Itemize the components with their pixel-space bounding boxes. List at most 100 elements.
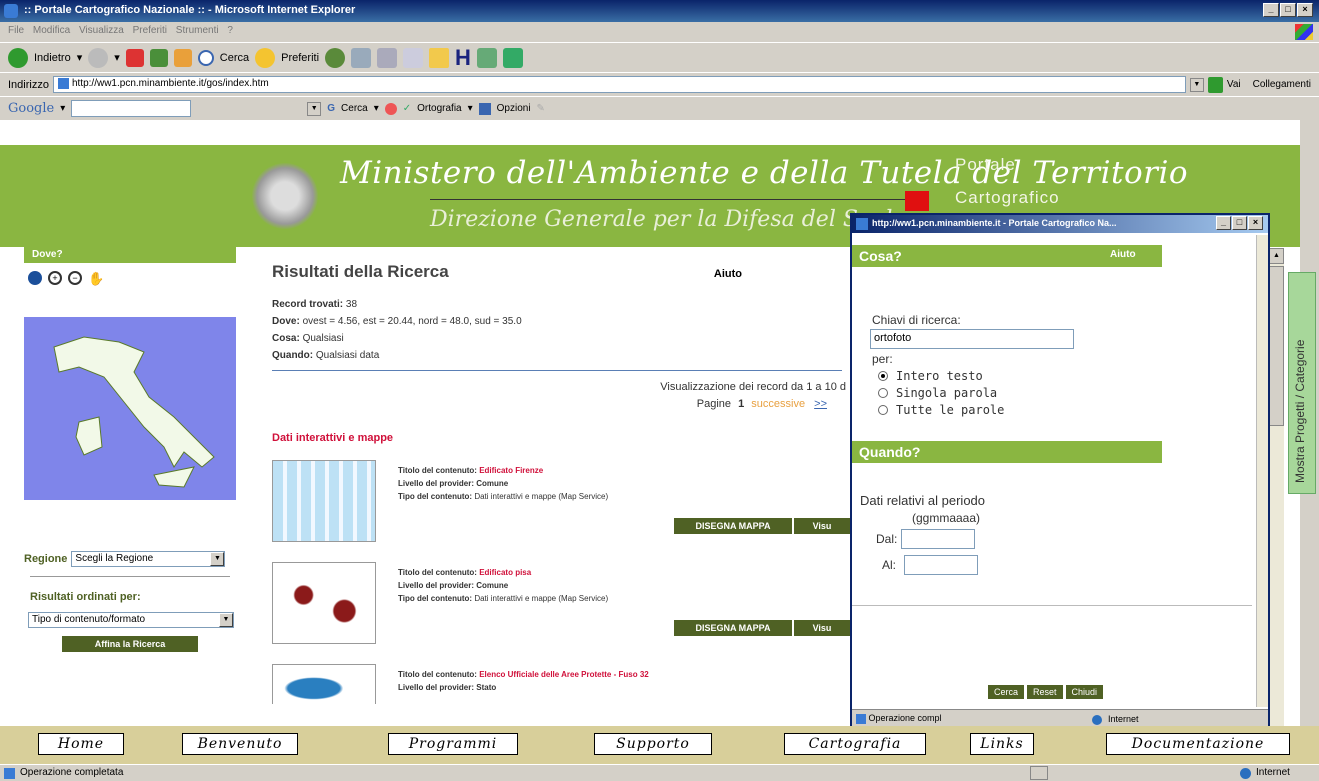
close-button[interactable]: ×	[1297, 3, 1313, 17]
option-all-words[interactable]: Tutte le parole	[878, 402, 1268, 419]
google-dropdown-icon[interactable]: ▼	[307, 101, 322, 116]
ie-logo-icon	[4, 4, 18, 18]
users-icon[interactable]	[502, 47, 523, 68]
back-arrow-icon[interactable]	[8, 47, 28, 68]
menu-view[interactable]: Visualizza	[79, 25, 124, 36]
popup-status-text: Operazione compl	[868, 713, 942, 723]
google-spelling-button[interactable]: Ortografia	[417, 103, 461, 114]
italy-map[interactable]	[24, 317, 236, 500]
result-item: Titolo del contenuto: Edificato pisa Liv…	[272, 562, 852, 664]
region-select-value: Scegli la Regione	[75, 553, 154, 564]
page-next-link[interactable]: successive	[751, 398, 805, 410]
result-thumbnail[interactable]	[272, 460, 376, 542]
search-button-label[interactable]: Cerca	[220, 52, 249, 64]
pan-hand-icon[interactable]: ✋	[88, 271, 104, 287]
reset-button[interactable]: Reset	[1027, 685, 1063, 699]
view-button[interactable]: Visu	[794, 518, 850, 534]
maximize-button[interactable]: □	[1280, 3, 1296, 17]
search-icon[interactable]	[197, 49, 214, 66]
stop-icon[interactable]	[125, 48, 144, 67]
draw-map-button[interactable]: DISEGNA MAPPA	[674, 620, 792, 636]
edit-icon[interactable]	[403, 47, 424, 68]
favorites-star-icon[interactable]	[255, 47, 276, 68]
popup-scrollbar[interactable]	[1256, 235, 1268, 707]
popup-minimize-button[interactable]: _	[1216, 216, 1231, 230]
address-input[interactable]: http://ww1.pcn.minambiente.it/gos/index.…	[52, 76, 1187, 93]
result-thumbnail[interactable]	[272, 562, 376, 644]
nav-welcome[interactable]: Benvenuto	[182, 733, 298, 755]
sort-select[interactable]: Tipo di contenuto/formato ▼	[28, 612, 234, 628]
result-title[interactable]: Elenco Ufficiale delle Aree Protette - F…	[479, 670, 649, 679]
option-single-word[interactable]: Singola parola	[878, 385, 1268, 402]
messenger-icon[interactable]	[476, 47, 497, 68]
keys-input[interactable]: ortofoto	[870, 329, 1074, 349]
google-options-button[interactable]: Opzioni	[497, 103, 531, 114]
forward-arrow-icon[interactable]	[88, 47, 109, 68]
menu-edit[interactable]: Modifica	[33, 25, 70, 36]
go-arrow-icon[interactable]	[1207, 76, 1223, 93]
google-search-button[interactable]: Cerca	[341, 103, 368, 114]
address-dropdown-arrow-icon[interactable]: ▼	[1190, 77, 1204, 92]
when-label: Quando:	[272, 350, 314, 361]
nav-support[interactable]: Supporto	[594, 733, 712, 755]
region-label: Regione	[24, 553, 68, 565]
popup-help-link[interactable]: Aiuto	[1110, 249, 1136, 260]
nav-home[interactable]: Home	[38, 733, 124, 755]
menu-favorites[interactable]: Preferiti	[133, 25, 167, 36]
provider-label: Livello del provider:	[398, 479, 475, 488]
menu-file[interactable]: File	[8, 25, 24, 36]
scroll-thumb[interactable]	[1269, 266, 1284, 426]
nav-cartography[interactable]: Cartografia	[784, 733, 926, 755]
popup-close-button[interactable]: ×	[1248, 216, 1263, 230]
favorites-button-label[interactable]: Preferiti	[281, 52, 319, 64]
nav-programs[interactable]: Programmi	[388, 733, 518, 755]
period-label: Dati relativi al periodo	[860, 493, 986, 508]
radio-selected-icon[interactable]	[878, 370, 888, 381]
content-title-label: Titolo del contenuto:	[398, 466, 477, 475]
search-button[interactable]: Cerca	[988, 685, 1025, 699]
nav-links[interactable]: Links	[970, 733, 1034, 755]
from-date-input[interactable]	[901, 529, 976, 549]
refine-search-button[interactable]: Affina la Ricerca	[62, 636, 198, 652]
radio-icon[interactable]	[878, 387, 888, 398]
where-header: Dove?	[24, 247, 236, 263]
h-icon[interactable]: H	[455, 45, 471, 71]
mail-icon[interactable]	[351, 47, 372, 68]
region-select[interactable]: Scegli la Regione ▼	[71, 551, 226, 567]
page-scrollbar[interactable]: ▲	[1268, 248, 1284, 728]
go-button[interactable]: Vai	[1227, 79, 1241, 90]
home-icon[interactable]	[173, 48, 192, 67]
google-search-input[interactable]	[71, 100, 192, 117]
draw-map-button[interactable]: DISEGNA MAPPA	[674, 518, 792, 534]
links-label[interactable]: Collegamenti	[1253, 79, 1311, 90]
nav-documentation[interactable]: Documentazione	[1106, 733, 1290, 755]
back-button-label[interactable]: Indietro	[34, 52, 71, 64]
radio-icon[interactable]	[878, 404, 888, 415]
option-full-text[interactable]: Intero testo	[878, 368, 1268, 385]
help-link[interactable]: Aiuto	[714, 268, 742, 282]
result-title[interactable]: Edificato pisa	[479, 568, 531, 577]
minimize-button[interactable]: _	[1263, 3, 1279, 17]
folder-icon[interactable]	[429, 47, 450, 68]
google-logo[interactable]: Google	[8, 101, 54, 116]
page-next-arrows[interactable]: >>	[814, 398, 827, 410]
close-popup-button[interactable]: Chiudi	[1065, 685, 1104, 699]
popup-maximize-button[interactable]: □	[1232, 216, 1247, 230]
zoom-out-icon[interactable]: −	[68, 271, 82, 285]
history-icon[interactable]	[325, 47, 346, 68]
zoom-in-icon[interactable]: +	[48, 271, 62, 285]
menu-tools[interactable]: Strumenti	[176, 25, 219, 36]
result-title[interactable]: Edificato Firenze	[479, 466, 543, 475]
menu-help[interactable]: ?	[227, 25, 233, 36]
print-icon[interactable]	[377, 47, 398, 68]
projects-categories-tab[interactable]: Mostra Progetti / Categorie	[1288, 272, 1316, 494]
pencil-icon[interactable]: ✎	[537, 103, 545, 114]
view-button[interactable]: Visu	[794, 620, 850, 636]
globe-icon[interactable]	[28, 271, 42, 285]
red-square-icon	[905, 191, 929, 211]
scroll-up-arrow-icon[interactable]: ▲	[1269, 248, 1284, 264]
refresh-icon[interactable]	[149, 48, 168, 67]
to-date-input[interactable]	[904, 555, 979, 575]
block-icon[interactable]	[384, 102, 397, 115]
result-thumbnail[interactable]	[272, 664, 376, 704]
